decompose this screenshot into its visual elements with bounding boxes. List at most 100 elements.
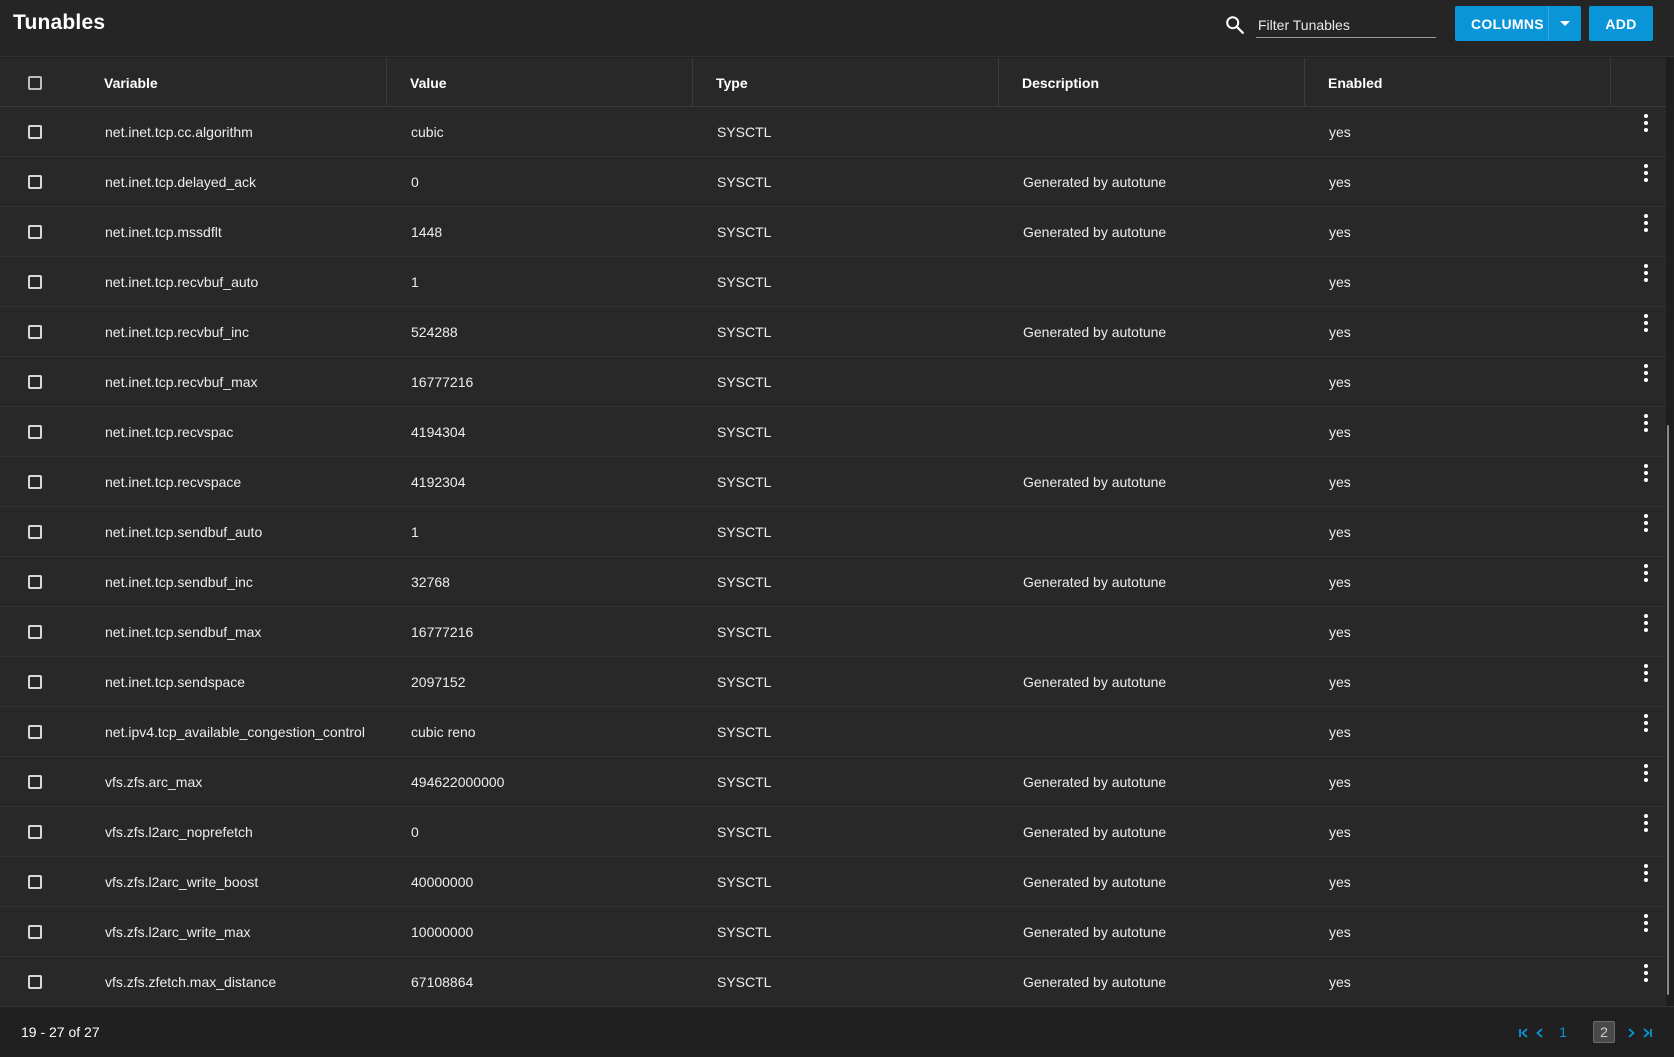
table-row[interactable]: net.ipv4.tcp_available_congestion_contro… — [0, 707, 1666, 757]
cell-enabled: yes — [1329, 923, 1351, 940]
row-checkbox[interactable] — [28, 124, 42, 139]
row-actions-menu[interactable] — [1636, 657, 1656, 706]
row-checkbox[interactable] — [28, 974, 42, 989]
row-checkbox[interactable] — [28, 724, 42, 739]
more-vert-icon — [1644, 264, 1648, 282]
row-actions-menu[interactable] — [1636, 207, 1656, 256]
row-checkbox[interactable] — [28, 324, 42, 339]
row-checkbox[interactable] — [28, 274, 42, 289]
row-actions-menu[interactable] — [1636, 107, 1656, 156]
row-actions-menu[interactable] — [1636, 357, 1656, 406]
row-checkbox[interactable] — [28, 774, 42, 789]
row-actions-menu[interactable] — [1636, 957, 1656, 1006]
more-vert-icon — [1644, 564, 1648, 582]
row-actions-menu[interactable] — [1636, 857, 1656, 906]
cell-description: Generated by autotune — [1023, 823, 1167, 840]
cell-value: 494622000000 — [411, 773, 505, 790]
row-checkbox[interactable] — [28, 924, 42, 939]
column-header-description[interactable]: Description — [999, 58, 1305, 107]
table-row[interactable]: net.inet.tcp.sendspace 2097152 SYSCTL Gener… — [0, 657, 1666, 707]
search-icon[interactable] — [1224, 14, 1246, 36]
cell-type: SYSCTL — [717, 273, 772, 290]
table-row[interactable]: net.inet.tcp.recvspace 4192304 SYSCTL Gener… — [0, 457, 1666, 507]
table-row[interactable]: net.inet.tcp.recvbuf_inc 524288 SYSCTL Gene… — [0, 307, 1666, 357]
table-row[interactable]: net.inet.tcp.sendbuf_auto 1 SYSCTL yes — [0, 507, 1666, 557]
row-checkbox[interactable] — [28, 174, 42, 189]
row-actions-menu[interactable] — [1636, 707, 1656, 756]
next-page-icon[interactable] — [1624, 1023, 1638, 1043]
cell-variable: net.inet.tcp.mssdflt — [105, 223, 222, 240]
row-checkbox[interactable] — [28, 224, 42, 239]
cell-value: 524288 — [411, 323, 458, 340]
row-actions-menu[interactable] — [1636, 157, 1656, 206]
cell-type: SYSCTL — [717, 473, 772, 490]
column-header-variable[interactable]: Variable — [0, 58, 387, 107]
cell-value: 16777216 — [411, 373, 474, 390]
cell-value: 32768 — [411, 573, 450, 590]
row-checkbox[interactable] — [28, 624, 42, 639]
table-row[interactable]: net.inet.tcp.cc.algorithm cubic SYSCTL yes — [0, 107, 1666, 157]
cell-value: cubic — [411, 123, 444, 140]
table-row[interactable]: net.inet.tcp.recvbuf_max 16777216 SYSCTL ye… — [0, 357, 1666, 407]
table-row[interactable]: net.inet.tcp.sendbuf_max 16777216 SYSCTL ye… — [0, 607, 1666, 657]
row-checkbox[interactable] — [28, 824, 42, 839]
column-header-type[interactable]: Type — [693, 58, 999, 107]
table-row[interactable]: vfs.zfs.l2arc_noprefetch 0 SYSCTL Generated… — [0, 807, 1666, 857]
search-box — [1224, 12, 1436, 40]
scrollbar-thumb[interactable] — [1667, 425, 1669, 995]
row-checkbox[interactable] — [28, 374, 42, 389]
row-select-cell — [28, 107, 48, 156]
row-select-cell — [28, 307, 48, 356]
table-row[interactable]: vfs.zfs.arc_max 494622000000 SYSCTL Generat… — [0, 757, 1666, 807]
page-link-1[interactable]: 1 — [1555, 1021, 1571, 1043]
previous-page-icon[interactable] — [1533, 1023, 1547, 1043]
cell-variable: vfs.zfs.zfetch.max_distance — [105, 973, 277, 990]
add-button[interactable]: ADD — [1589, 6, 1653, 41]
page-current-2[interactable]: 2 — [1593, 1021, 1615, 1043]
row-actions-menu[interactable] — [1636, 807, 1656, 856]
row-actions-menu[interactable] — [1636, 407, 1656, 456]
row-checkbox[interactable] — [28, 574, 42, 589]
cell-type: SYSCTL — [717, 673, 772, 690]
table-row[interactable]: vfs.zfs.l2arc_write_max 10000000 SYSCTL Gen… — [0, 907, 1666, 957]
row-select-cell — [28, 257, 48, 306]
row-actions-menu[interactable] — [1636, 457, 1656, 506]
last-page-icon[interactable] — [1640, 1023, 1654, 1043]
search-input[interactable] — [1256, 12, 1436, 38]
row-select-cell — [28, 457, 48, 506]
columns-button[interactable]: COLUMNS — [1455, 6, 1581, 41]
column-header-enabled[interactable]: Enabled — [1305, 58, 1611, 107]
row-actions-menu[interactable] — [1636, 907, 1656, 956]
row-actions-menu[interactable] — [1636, 307, 1656, 356]
row-checkbox[interactable] — [28, 424, 42, 439]
row-actions-menu[interactable] — [1636, 607, 1656, 656]
row-checkbox[interactable] — [28, 674, 42, 689]
cell-enabled: yes — [1329, 223, 1351, 240]
more-vert-icon — [1644, 364, 1648, 382]
columns-dropdown-toggle[interactable] — [1548, 6, 1581, 41]
row-actions-menu[interactable] — [1636, 507, 1656, 556]
row-checkbox[interactable] — [28, 524, 42, 539]
table-row[interactable]: vfs.zfs.l2arc_write_boost 40000000 SYSCTL G… — [0, 857, 1666, 907]
cell-type: SYSCTL — [717, 173, 772, 190]
column-header-value[interactable]: Value — [387, 58, 693, 107]
table-row[interactable]: net.inet.tcp.sendbuf_inc 32768 SYSCTL Gener… — [0, 557, 1666, 607]
cell-variable: vfs.zfs.arc_max — [105, 773, 203, 790]
more-vert-icon — [1644, 514, 1648, 532]
cell-description: Generated by autotune — [1023, 223, 1167, 240]
table-row[interactable]: net.inet.tcp.mssdflt 1448 SYSCTL Generated … — [0, 207, 1666, 257]
table-row[interactable]: net.inet.tcp.recvspac 4194304 SYSCTL yes — [0, 407, 1666, 457]
row-actions-menu[interactable] — [1636, 757, 1656, 806]
first-page-icon[interactable] — [1517, 1023, 1531, 1043]
cell-enabled: yes — [1329, 373, 1351, 390]
table-row[interactable]: net.inet.tcp.recvbuf_auto 1 SYSCTL yes — [0, 257, 1666, 307]
table-row[interactable]: net.inet.tcp.delayed_ack 0 SYSCTL Generated… — [0, 157, 1666, 207]
table-row[interactable]: vfs.zfs.zfetch.max_distance 67108864 SYSCT… — [0, 957, 1666, 1007]
cell-description: Generated by autotune — [1023, 573, 1167, 590]
cell-value: 40000000 — [411, 873, 474, 890]
row-actions-menu[interactable] — [1636, 557, 1656, 606]
row-checkbox[interactable] — [28, 874, 42, 889]
row-actions-menu[interactable] — [1636, 257, 1656, 306]
pagination-range: 19 - 27 of 27 — [21, 1024, 100, 1040]
row-checkbox[interactable] — [28, 474, 42, 489]
